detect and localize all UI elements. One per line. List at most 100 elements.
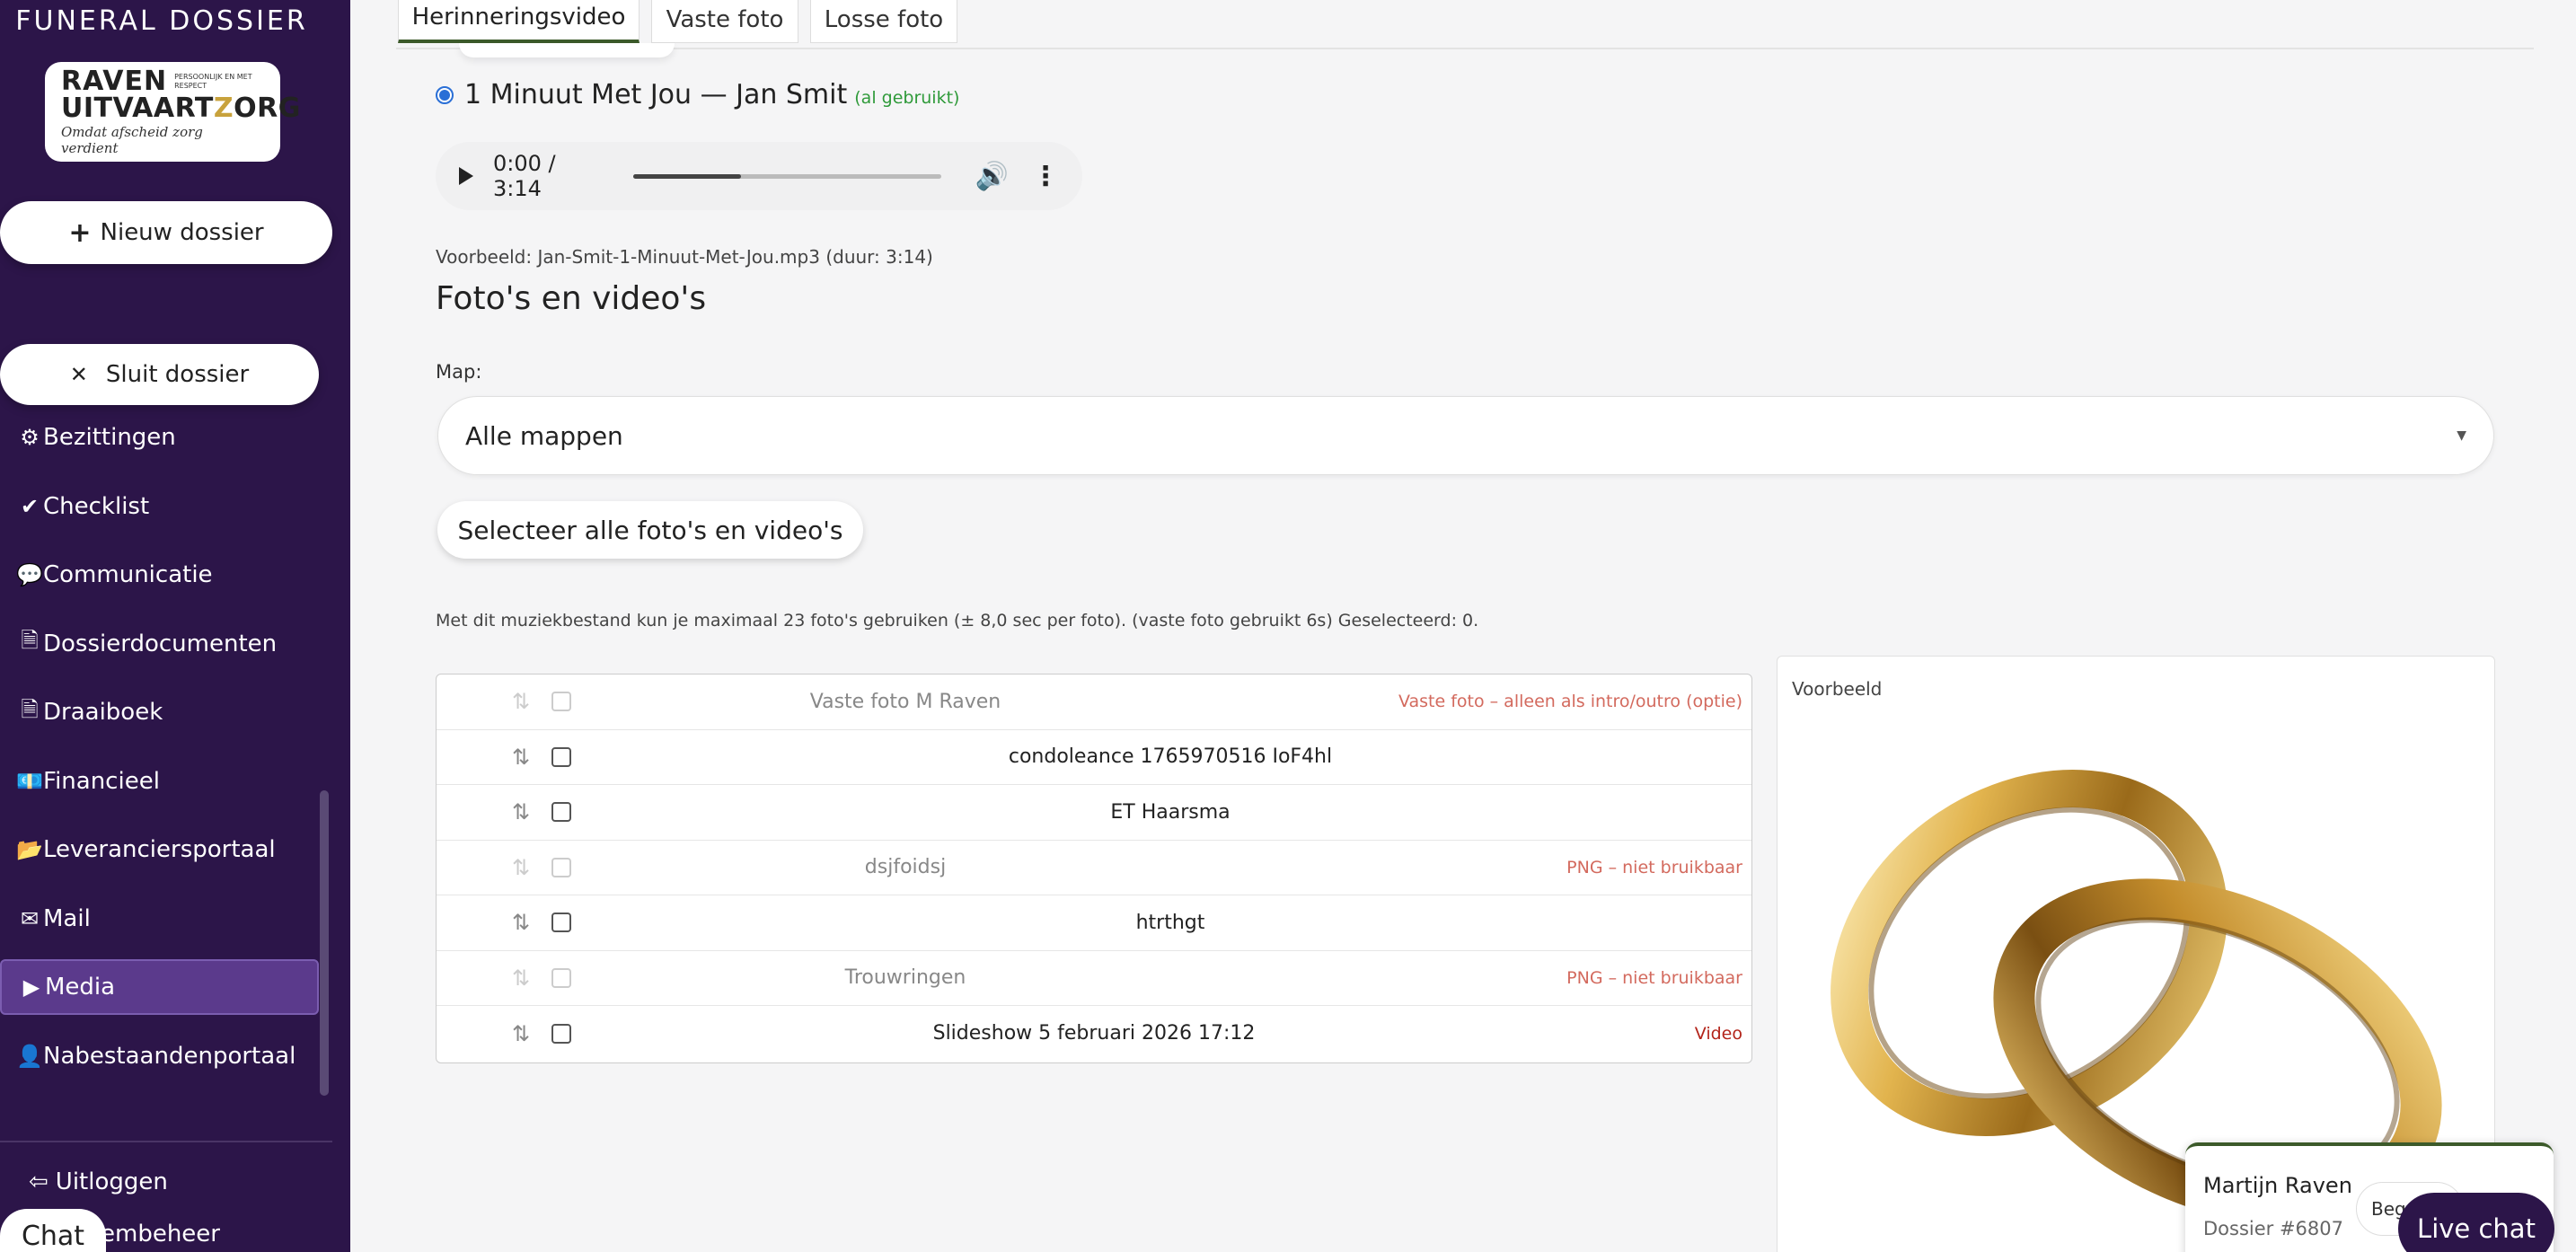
- chat-dossier-number: Dossier #6807: [2203, 1218, 2344, 1239]
- item-name: ET Haarsma: [1110, 800, 1231, 824]
- drag-handle-icon[interactable]: ⇅: [512, 799, 530, 824]
- close-dossier-button[interactable]: ✕ Sluit dossier: [0, 344, 319, 405]
- row-checkbox[interactable]: [551, 802, 571, 823]
- row-checkbox[interactable]: [551, 746, 571, 767]
- logout-link[interactable]: ⇦ Uitloggen: [29, 1168, 168, 1195]
- row-checkbox: [551, 967, 571, 988]
- sidebar: FUNERAL DOSSIER RAVEN PERSOONLIJK EN MET…: [0, 0, 350, 1252]
- item-name: Vaste foto M Raven: [809, 690, 1001, 713]
- logo-line2-c: ORG: [234, 92, 301, 124]
- volume-icon[interactable]: 🔊: [975, 161, 1009, 192]
- list-item: ⇅ Trouwringen PNG – niet bruikbaar: [437, 951, 1751, 1006]
- sidebar-item-mail[interactable]: ✉ Mail: [0, 891, 323, 947]
- drag-handle-icon: ⇅: [512, 965, 531, 991]
- chat-toggle-button[interactable]: Chat: [0, 1209, 106, 1252]
- sidebar-item-label: Checklist: [43, 492, 150, 520]
- item-note: PNG – niet bruikbaar: [1566, 857, 1742, 877]
- list-item: ⇅ Slideshow 5 februari 2026 17:12 Video: [437, 1006, 1751, 1062]
- collapsed-panel-edge: [459, 43, 675, 57]
- map-select[interactable]: Alle mappen ▼: [437, 396, 2494, 475]
- sidebar-item-bezittingen[interactable]: ⚙ Bezittingen: [0, 410, 323, 465]
- list-item: ⇅ condoleance 1765970516 IoF4hl: [437, 730, 1751, 785]
- row-checkbox: [551, 857, 571, 877]
- drag-handle-icon: ⇅: [512, 854, 531, 880]
- audio-progress-slider[interactable]: [633, 173, 941, 179]
- audio-player: 0:00 / 3:14 🔊 ⋮: [436, 142, 1082, 210]
- sidebar-nav: ⚙ Bezittingen ✔ Checklist 💬 Communicatie…: [0, 410, 323, 1097]
- live-chat-button[interactable]: Live chat: [2398, 1193, 2554, 1252]
- folder-icon: 📂: [16, 837, 43, 862]
- logo-line1-small: PERSOONLIJK EN MET RESPECT: [174, 72, 252, 90]
- sidebar-item-media[interactable]: ▶ Media: [0, 959, 319, 1015]
- sidebar-scrollbar[interactable]: [320, 790, 329, 1096]
- music-option-label: 1 Minuut Met Jou — Jan Smit: [464, 79, 848, 110]
- sidebar-item-label: Leveranciersportaal: [43, 836, 276, 863]
- item-name: Slideshow 5 februari 2026 17:12: [932, 1022, 1256, 1045]
- row-checkbox: [551, 692, 571, 712]
- sidebar-item-nabestaandenportaal[interactable]: 👤 Nabestaandenportaal: [0, 1028, 323, 1084]
- speech-bubble-icon: 💬: [16, 562, 43, 587]
- item-name: Trouwringen: [844, 966, 966, 990]
- brand-title: FUNERAL DOSSIER: [15, 5, 308, 37]
- tab-vaste-foto[interactable]: Vaste foto: [651, 0, 798, 43]
- sidebar-item-dossierdocumenten[interactable]: 🗎 Dossierdocumenten: [0, 616, 323, 672]
- drag-handle-icon: ⇅: [512, 689, 531, 715]
- play-icon[interactable]: [459, 167, 473, 185]
- item-name: dsjfoidsj: [864, 856, 947, 879]
- used-tag: (al gebruikt): [854, 87, 960, 108]
- drag-handle-icon[interactable]: ⇅: [512, 1021, 530, 1046]
- check-circle-icon: ✔: [20, 493, 40, 519]
- systeembeheer-link[interactable]: eembeheer: [86, 1221, 220, 1248]
- select-all-button[interactable]: Selecteer alle foto's en video's: [437, 501, 863, 559]
- document-icon: 🗎: [21, 696, 39, 722]
- audio-progress-fill: [633, 173, 742, 179]
- more-options-icon[interactable]: ⋮: [1032, 161, 1059, 192]
- drag-handle-icon[interactable]: ⇅: [512, 910, 530, 935]
- sidebar-item-label: Mail: [43, 904, 91, 932]
- list-item: ⇅ ET Haarsma: [437, 785, 1751, 841]
- sidebar-item-label: Bezittingen: [43, 424, 176, 451]
- sidebar-item-label: Draaiboek: [43, 699, 163, 726]
- list-item: ⇅ Vaste foto M Raven Vaste foto – alleen…: [437, 674, 1751, 730]
- item-name: condoleance 1765970516 IoF4hl: [1008, 745, 1333, 769]
- section-title: Foto's en video's: [436, 280, 707, 317]
- sidebar-item-label: Dossierdocumenten: [43, 630, 278, 657]
- logo-line1: RAVEN: [61, 65, 168, 97]
- envelope-icon: ✉: [20, 905, 40, 931]
- close-dossier-label: Sluit dossier: [105, 361, 250, 388]
- close-icon: ✕: [69, 362, 88, 387]
- row-checkbox[interactable]: [551, 913, 571, 933]
- media-list: ⇅ Vaste foto M Raven Vaste foto – alleen…: [436, 674, 1752, 1063]
- document-icon: 🗎: [21, 628, 39, 653]
- plus-icon: +: [68, 216, 92, 249]
- music-preview-line: Voorbeeld: Jan-Smit-1-Minuut-Met-Jou.mp3…: [436, 246, 933, 268]
- map-label: Map:: [436, 361, 482, 383]
- logo-line2-a: UITVAART: [61, 92, 214, 124]
- sidebar-item-financieel[interactable]: 💶 Financieel: [0, 754, 323, 809]
- tab-herinneringsvideo[interactable]: Herinneringsvideo: [398, 0, 640, 43]
- map-select-value: Alle mappen: [465, 420, 623, 451]
- sidebar-item-communicatie[interactable]: 💬 Communicatie: [0, 547, 323, 603]
- row-checkbox[interactable]: [551, 1023, 571, 1044]
- music-radio[interactable]: [436, 85, 454, 104]
- list-item: ⇅ dsjfoidsj PNG – niet bruikbaar: [437, 841, 1751, 895]
- photo-limit-info: Met dit muziekbestand kun je maximaal 23…: [436, 611, 1479, 630]
- sidebar-item-label: Media: [45, 974, 116, 1001]
- sidebar-item-label: Communicatie: [43, 561, 213, 588]
- chat-agent-name: Martijn Raven: [2203, 1173, 2352, 1198]
- sidebar-item-checklist[interactable]: ✔ Checklist: [0, 479, 323, 534]
- gear-icon: ⚙: [20, 425, 40, 450]
- list-item: ⇅ htrthgt: [437, 895, 1751, 951]
- tab-losse-foto[interactable]: Losse foto: [810, 0, 957, 43]
- sidebar-item-draaiboek[interactable]: 🗎 Draaiboek: [0, 684, 323, 740]
- item-note: Video: [1694, 1023, 1742, 1044]
- drag-handle-icon[interactable]: ⇅: [512, 745, 530, 770]
- music-option[interactable]: 1 Minuut Met Jou — Jan Smit (al gebruikt…: [436, 79, 959, 110]
- new-dossier-button[interactable]: + Nieuw dossier: [0, 201, 332, 264]
- company-logo[interactable]: RAVEN PERSOONLIJK EN MET RESPECT UITVAAR…: [45, 62, 300, 162]
- logout-icon: ⇦: [29, 1168, 49, 1195]
- logout-label: Uitloggen: [55, 1168, 168, 1195]
- new-dossier-label: Nieuw dossier: [100, 219, 264, 246]
- item-name: htrthgt: [1135, 911, 1205, 934]
- sidebar-item-leveranciersportaal[interactable]: 📂 Leveranciersportaal: [0, 822, 323, 877]
